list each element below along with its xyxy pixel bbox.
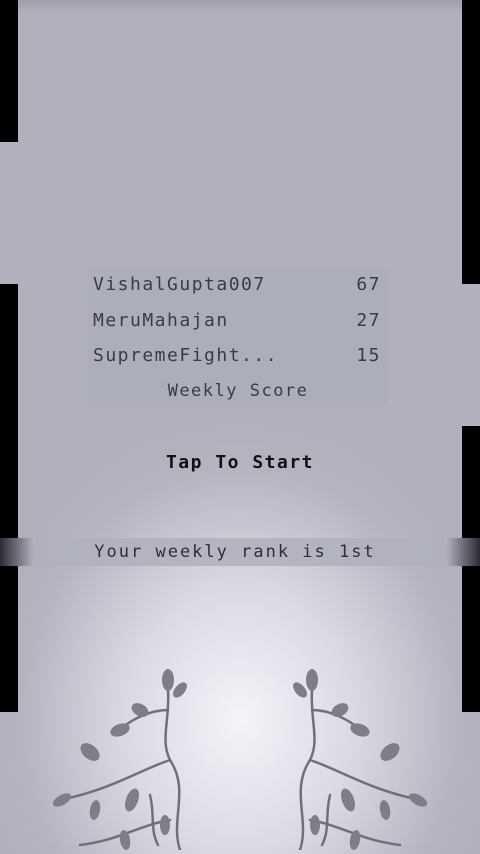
right-pipe-lower [462,566,480,712]
tap-to-start-button[interactable]: Tap To Start [120,448,360,478]
leaderboard-row: VishalGupta007 67 [93,268,383,300]
left-pipe-lower [0,566,18,712]
right-pipe-top [462,0,480,284]
leaderboard-row: MeruMahajan 27 [93,304,383,336]
right-pipe-middle [462,426,480,538]
top-shade [0,0,480,14]
player-score: 27 [356,309,381,331]
leaderboard-title: Weekly Score [167,381,309,401]
left-pipe-top [0,0,18,142]
weekly-rank-text: Your weekly rank is 1st [94,542,376,562]
player-score: 15 [356,344,381,366]
player-name: MeruMahajan [93,309,229,331]
left-pipe-middle [0,284,18,538]
player-name: VishalGupta007 [93,273,266,295]
player-name: SupremeFight... [93,344,279,366]
leaderboard-row: SupremeFight... 15 [93,339,383,371]
left-vine-ornament [52,669,187,850]
right-vine-ornament [293,669,428,850]
player-score: 67 [356,273,381,295]
